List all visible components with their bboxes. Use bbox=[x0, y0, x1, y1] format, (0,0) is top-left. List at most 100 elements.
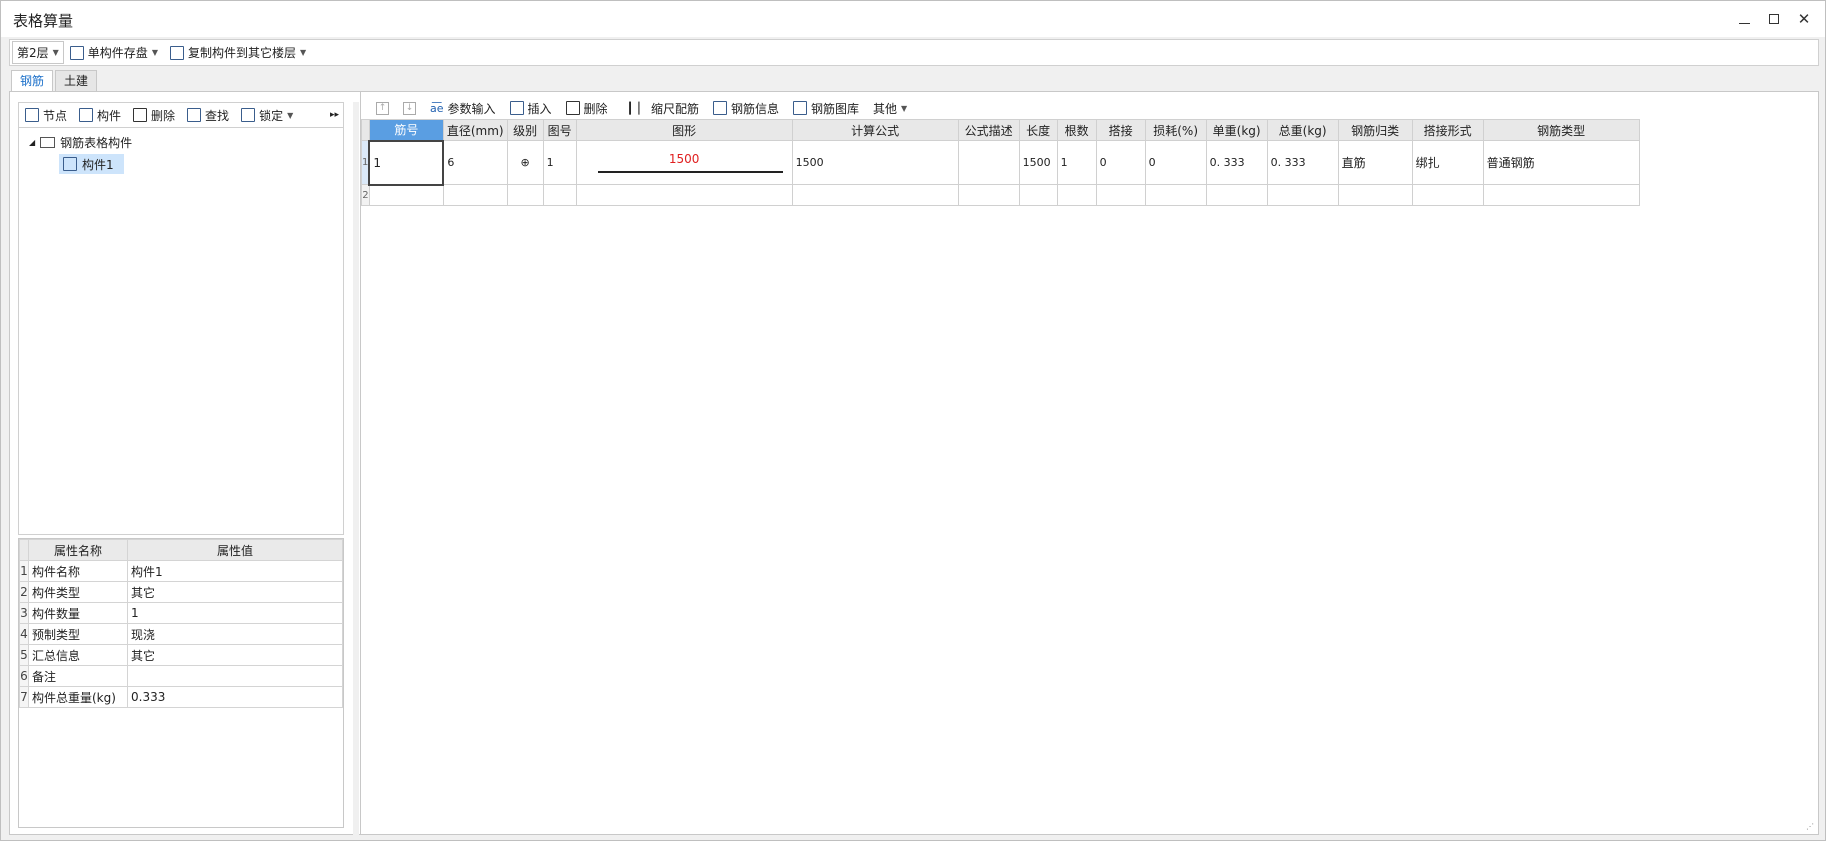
lock-button[interactable]: 锁定 ▼ bbox=[235, 104, 299, 127]
prop-row[interactable]: 1 构件名称 构件1 bbox=[19, 560, 343, 582]
tree-node-component[interactable]: 构件1 bbox=[59, 154, 124, 174]
prop-value-cell[interactable]: 现浇 bbox=[127, 623, 343, 645]
param-input-button[interactable]: a͞e 参数输入 bbox=[423, 97, 503, 120]
prop-value-cell[interactable]: 0.333 bbox=[127, 686, 343, 708]
cell-diameter[interactable]: 6 bbox=[442, 140, 508, 185]
cell-category[interactable]: 直筋 bbox=[1337, 140, 1413, 185]
cell-shape[interactable]: 1500 bbox=[575, 140, 793, 185]
cell-grade[interactable]: ⊕ bbox=[506, 140, 544, 185]
cell-desc[interactable] bbox=[957, 140, 1020, 185]
rebar-library-label: 钢筋图库 bbox=[810, 101, 859, 116]
node-label: 节点 bbox=[43, 108, 68, 123]
cell-count[interactable]: 1 bbox=[1056, 140, 1097, 185]
prop-row[interactable]: 7 构件总重量(kg) 0.333 bbox=[19, 686, 343, 708]
find-button[interactable]: 查找 bbox=[181, 104, 235, 127]
save-component-label: 单构件存盘 bbox=[87, 46, 148, 60]
copy-to-floor-label: 复制构件到其它楼层 bbox=[187, 46, 296, 60]
prop-value-cell[interactable]: 构件1 bbox=[127, 560, 343, 582]
bar-chart-icon: ▕▏▏ bbox=[621, 101, 647, 115]
component-button[interactable]: 构件 bbox=[73, 104, 127, 127]
close-button[interactable]: ✕ bbox=[1791, 7, 1817, 31]
delete-label: 删除 bbox=[151, 108, 176, 123]
component-label: 构件 bbox=[97, 108, 122, 123]
expand-arrow-icon[interactable]: ◢ bbox=[29, 138, 35, 147]
arrow-down-icon: ↓ bbox=[403, 101, 416, 115]
prop-value-cell[interactable]: 其它 bbox=[127, 581, 343, 603]
prop-header-value: 属性值 bbox=[127, 539, 343, 561]
cell-loss[interactable]: 0 bbox=[1144, 140, 1207, 185]
cell-lap-type[interactable]: 绑扎 bbox=[1411, 140, 1484, 185]
table-row[interactable]: 2 bbox=[361, 184, 1640, 206]
node-button[interactable]: 节点 bbox=[19, 104, 73, 127]
move-down-button[interactable]: ↓ bbox=[396, 97, 423, 120]
minimize-button[interactable] bbox=[1731, 7, 1757, 31]
prop-row[interactable]: 6 备注 bbox=[19, 665, 343, 687]
floor-select[interactable]: 第2层 ▼ bbox=[12, 41, 64, 64]
col-header-total-weight[interactable]: 总重(kg) bbox=[1266, 119, 1339, 141]
insert-button[interactable]: 插入 bbox=[503, 97, 559, 120]
tab-rebar[interactable]: 钢筋 bbox=[11, 70, 54, 91]
rebar-library-button[interactable]: 钢筋图库 bbox=[786, 97, 866, 120]
cell-total-weight[interactable]: 0. 333 bbox=[1266, 140, 1339, 185]
col-header-unit-weight[interactable]: 单重(kg) bbox=[1205, 119, 1268, 141]
col-header-lap-type[interactable]: 搭接形式 bbox=[1411, 119, 1484, 141]
rebar-info-button[interactable]: 钢筋信息 bbox=[706, 97, 786, 120]
prop-row[interactable]: 4 预制类型 现浇 bbox=[19, 623, 343, 645]
save-component-button[interactable]: 单构件存盘 ▼ bbox=[64, 41, 164, 64]
grid-toolbar: ↑ ↓ a͞e 参数输入 插入 删除 ▕▏▏ 缩尺配筋 钢筋信息 钢筋图库 其他 ▼ bbox=[369, 96, 914, 120]
chevron-down-icon: ▼ bbox=[901, 103, 908, 113]
component-tree: ◢ 钢筋表格构件 构件1 bbox=[18, 128, 344, 535]
col-header-count[interactable]: 根数 bbox=[1056, 119, 1097, 141]
find-label: 查找 bbox=[205, 108, 230, 123]
cell-lap[interactable]: 0 bbox=[1095, 140, 1146, 185]
prop-value-cell[interactable] bbox=[127, 665, 343, 687]
prop-row[interactable]: 5 汇总信息 其它 bbox=[19, 644, 343, 666]
cell-formula[interactable]: 1500 bbox=[791, 140, 959, 185]
component-icon bbox=[79, 108, 94, 122]
col-header-grade[interactable]: 级别 bbox=[506, 119, 544, 141]
node-icon bbox=[25, 108, 39, 122]
prop-value-cell[interactable]: 1 bbox=[127, 602, 343, 624]
col-header-rebar-type[interactable]: 钢筋类型 bbox=[1482, 119, 1640, 141]
prop-row[interactable]: 3 构件数量 1 bbox=[19, 602, 343, 624]
copy-to-floor-button[interactable]: 复制构件到其它楼层 ▼ bbox=[164, 41, 312, 64]
col-header-fig-no[interactable]: 图号 bbox=[542, 119, 577, 141]
rebar-info-label: 钢筋信息 bbox=[730, 101, 779, 116]
col-header-category[interactable]: 钢筋归类 bbox=[1337, 119, 1413, 141]
maximize-button[interactable] bbox=[1761, 7, 1787, 31]
left-toolbar: 节点 构件 删除 查找 锁定 ▼ ▸▸ bbox=[18, 102, 344, 128]
prop-row[interactable]: 2 构件类型 其它 bbox=[19, 581, 343, 603]
chevron-down-icon: ▼ bbox=[299, 48, 307, 57]
move-up-button[interactable]: ↑ bbox=[369, 97, 396, 120]
col-header-length[interactable]: 长度 bbox=[1018, 119, 1058, 141]
col-header-formula[interactable]: 计算公式 bbox=[791, 119, 959, 141]
tab-civil[interactable]: 土建 bbox=[55, 70, 98, 91]
minimize-icon bbox=[1738, 22, 1750, 24]
cell-fig-no[interactable]: 1 bbox=[542, 140, 577, 185]
title-bar: 表格算量 ✕ bbox=[1, 1, 1825, 37]
col-header-diameter[interactable]: 直径(mm) bbox=[442, 119, 508, 141]
col-header-shape[interactable]: 图形 bbox=[575, 119, 793, 141]
library-icon bbox=[792, 101, 807, 115]
resize-grip-icon[interactable]: ⋰ bbox=[1806, 822, 1818, 834]
col-header-lap[interactable]: 搭接 bbox=[1095, 119, 1146, 141]
table-row[interactable]: 1 1 6 ⊕ 1 1500 1500 1500 1 0 0 0. 333 0.… bbox=[361, 139, 1640, 186]
prop-header-name: 属性名称 bbox=[28, 539, 128, 561]
tree-root[interactable]: ◢ 钢筋表格构件 bbox=[29, 132, 132, 152]
delete-button[interactable]: 删除 bbox=[127, 104, 181, 127]
cell-bar-no[interactable]: 1 bbox=[368, 139, 445, 186]
other-menu-button[interactable]: 其他 ▼ bbox=[866, 97, 914, 120]
scale-rebar-button[interactable]: ▕▏▏ 缩尺配筋 bbox=[615, 97, 706, 120]
col-header-desc[interactable]: 公式描述 bbox=[957, 119, 1020, 141]
grid-delete-button[interactable]: 删除 bbox=[559, 97, 615, 120]
pane-splitter[interactable] bbox=[353, 102, 359, 835]
grid-delete-label: 删除 bbox=[583, 101, 608, 116]
cell-length[interactable]: 1500 bbox=[1018, 140, 1058, 185]
col-header-bar-no[interactable]: 筋号 bbox=[368, 119, 444, 141]
col-header-loss[interactable]: 损耗(%) bbox=[1144, 119, 1207, 141]
tab-bar: 钢筋 土建 bbox=[11, 70, 99, 91]
cell-unit-weight[interactable]: 0. 333 bbox=[1205, 140, 1268, 185]
overflow-chevron-icon[interactable]: ▸▸ bbox=[330, 110, 343, 120]
cell-rebar-type[interactable]: 普通钢筋 bbox=[1482, 140, 1640, 185]
prop-value-cell[interactable]: 其它 bbox=[127, 644, 343, 666]
